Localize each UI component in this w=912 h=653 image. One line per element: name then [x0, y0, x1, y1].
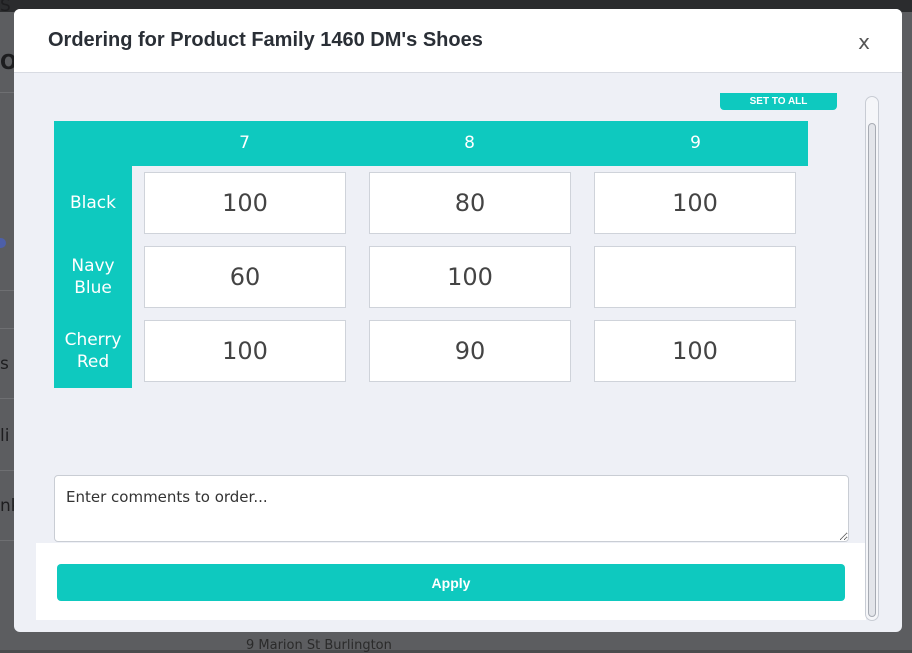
background-indicator [0, 238, 6, 248]
background-divider [0, 540, 14, 541]
background-divider [0, 470, 14, 471]
set-to-all-button[interactable]: SET TO ALL [720, 93, 837, 110]
background-divider [0, 398, 14, 399]
modal-scrollbar[interactable] [865, 96, 879, 621]
order-comments-field[interactable] [54, 475, 849, 542]
quantity-input-navy-blue-9[interactable] [594, 246, 796, 308]
modal-header: Ordering for Product Family 1460 DM's Sh… [14, 9, 902, 73]
ordering-modal: Ordering for Product Family 1460 DM's Sh… [14, 9, 902, 632]
color-label-navy-blue: Navy Blue [71, 256, 115, 298]
modal-footer: Apply [36, 543, 866, 620]
background-divider [0, 328, 14, 329]
color-label-black: Black [70, 193, 116, 213]
background-divider [0, 290, 14, 291]
quantity-input-black-7[interactable] [144, 172, 346, 234]
background-text-fragment: S [0, 0, 11, 16]
close-button[interactable]: x [852, 30, 876, 54]
background-divider [0, 92, 14, 93]
modal-title: Ordering for Product Family 1460 DM's Sh… [48, 29, 483, 51]
size-label-7: 7 [239, 133, 250, 153]
quantity-input-cherry-red-9[interactable] [594, 320, 796, 382]
quantity-input-cherry-red-8[interactable] [369, 320, 571, 382]
quantity-input-black-9[interactable] [594, 172, 796, 234]
color-label-column: Black Navy Blue Cherry Red [54, 166, 132, 388]
quantity-input-black-8[interactable] [369, 172, 571, 234]
size-header-row: 7 8 9 [54, 121, 808, 166]
quantity-input-navy-blue-7[interactable] [144, 246, 346, 308]
scrollbar-thumb[interactable] [868, 123, 876, 617]
quantity-input-navy-blue-8[interactable] [369, 246, 571, 308]
color-label-cherry-red: Cherry Red [64, 330, 122, 372]
size-label-9: 9 [690, 133, 701, 153]
background-text-fragment: li [0, 426, 10, 446]
background-address: 9 Marion St Burlington [246, 638, 392, 653]
apply-button[interactable]: Apply [57, 564, 845, 601]
quantity-input-cherry-red-7[interactable] [144, 320, 346, 382]
background-text-fragment: s [0, 354, 9, 374]
size-label-8: 8 [464, 133, 475, 153]
